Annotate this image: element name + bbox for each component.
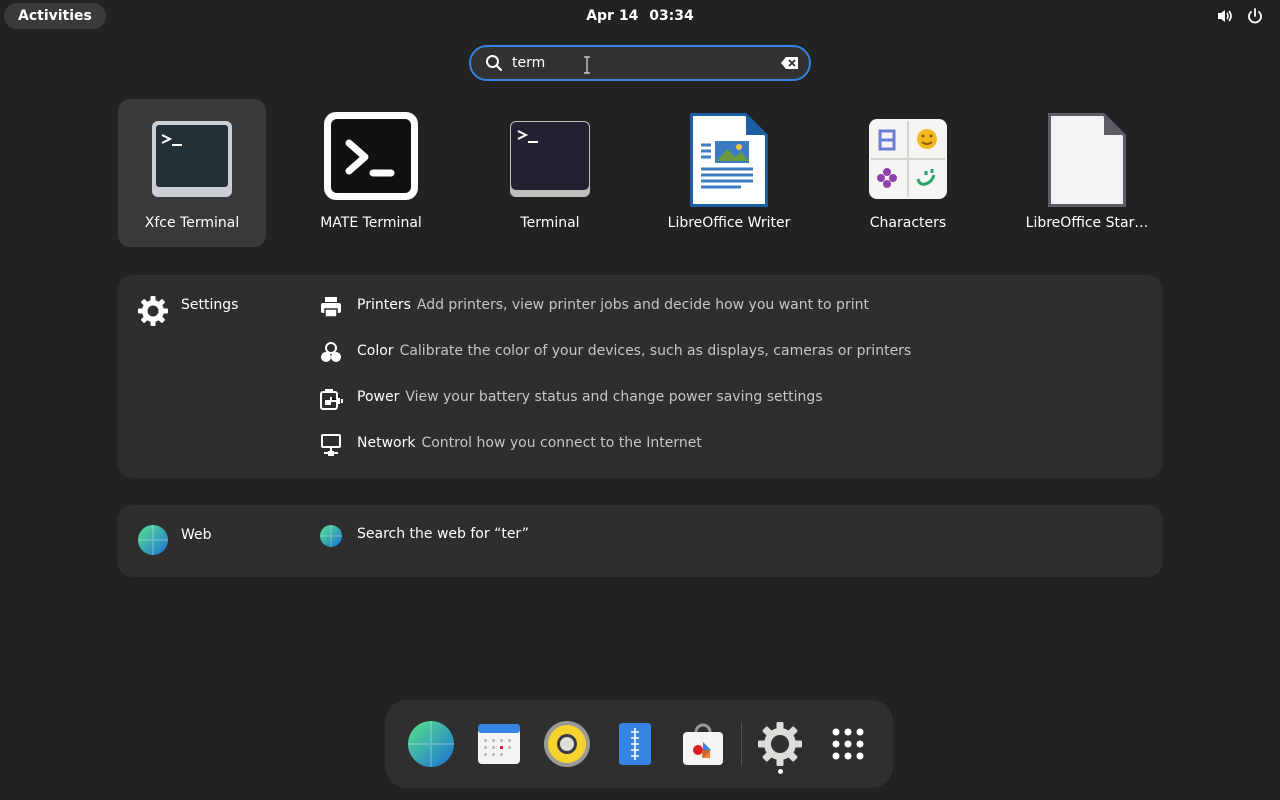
text-editor-icon[interactable]	[611, 720, 659, 768]
settings-gear-icon	[138, 296, 168, 326]
show-apps-icon[interactable]	[824, 720, 872, 768]
globe-icon	[320, 525, 342, 547]
text-cursor-icon	[584, 56, 590, 74]
app-label: Xfce Terminal	[144, 215, 240, 231]
web-provider-label: Web	[181, 527, 212, 543]
app-tile-libreoffice-startcenter[interactable]: LibreOffice Star…	[1013, 99, 1161, 247]
globe-provider-icon	[138, 525, 168, 555]
dock	[385, 700, 893, 788]
web-browser-icon[interactable]	[407, 720, 455, 768]
result-network[interactable]: Network Control how you connect to the In…	[319, 431, 1139, 459]
volume-icon[interactable]	[1216, 7, 1234, 25]
search-icon	[486, 55, 502, 71]
app-tile-characters[interactable]: Characters	[834, 99, 982, 247]
power-plug-icon	[320, 389, 343, 410]
terminal-icon	[510, 121, 590, 197]
software-center-icon[interactable]	[679, 720, 727, 768]
rhythmbox-icon[interactable]	[543, 720, 591, 768]
result-power[interactable]: Power View your battery status and change…	[319, 385, 1139, 413]
result-title: Color Calibrate the color of your devices…	[357, 343, 912, 359]
result-web-search[interactable]: Search the web for “ter”	[319, 522, 1139, 550]
calendar-icon[interactable]	[475, 720, 523, 768]
result-color[interactable]: Color Calibrate the color of your devices…	[319, 339, 1139, 367]
search-input[interactable]	[512, 50, 762, 76]
result-title: Search the web for “ter”	[357, 526, 530, 542]
web-results-panel: Web Search the web for “ter”	[117, 505, 1163, 577]
libreoffice-startcenter-icon	[1048, 113, 1126, 207]
settings-results-panel: Settings Printers Add printers, view prin…	[117, 275, 1163, 478]
network-icon	[321, 434, 341, 456]
app-label: LibreOffice Star…	[1025, 215, 1149, 231]
settings-icon[interactable]	[756, 720, 804, 768]
clock-date: Apr 14	[586, 8, 639, 24]
app-label: Terminal	[520, 215, 580, 231]
running-indicator	[778, 769, 783, 774]
clock-time: 03:34	[649, 8, 694, 24]
result-printers[interactable]: Printers Add printers, view printer jobs …	[319, 293, 1139, 321]
result-title: Power View your battery status and change…	[357, 389, 823, 405]
mate-terminal-icon	[324, 112, 418, 200]
search-entry[interactable]	[469, 45, 811, 81]
app-label: MATE Terminal	[320, 215, 422, 231]
settings-provider-label: Settings	[181, 297, 239, 313]
power-icon[interactable]	[1246, 7, 1264, 25]
app-tile-mate-terminal[interactable]: MATE Terminal	[297, 99, 445, 247]
app-label: LibreOffice Writer	[667, 215, 791, 231]
characters-icon	[869, 119, 947, 199]
dock-separator	[741, 722, 742, 766]
result-title: Printers Add printers, view printer jobs …	[357, 297, 869, 313]
app-tile-xfce-terminal[interactable]: Xfce Terminal	[118, 99, 266, 247]
app-tile-libreoffice-writer[interactable]: LibreOffice Writer	[655, 99, 803, 247]
printer-icon	[321, 297, 341, 318]
color-icon	[321, 342, 341, 362]
top-bar: Activities Apr 14 03:34	[0, 0, 1280, 32]
xfce-terminal-icon	[152, 121, 232, 197]
result-description: View your battery status and change powe…	[405, 389, 823, 405]
clear-icon[interactable]	[781, 56, 799, 70]
app-tile-terminal[interactable]: Terminal	[476, 99, 624, 247]
result-description: Control how you connect to the Internet	[421, 435, 702, 451]
result-title: Network Control how you connect to the In…	[357, 435, 702, 451]
libreoffice-writer-icon	[690, 113, 768, 207]
clock-button[interactable]: Apr 14 03:34	[0, 0, 1280, 32]
result-description: Add printers, view printer jobs and deci…	[416, 297, 869, 313]
app-label: Characters	[869, 215, 947, 231]
result-description: Calibrate the color of your devices, suc…	[399, 343, 912, 359]
